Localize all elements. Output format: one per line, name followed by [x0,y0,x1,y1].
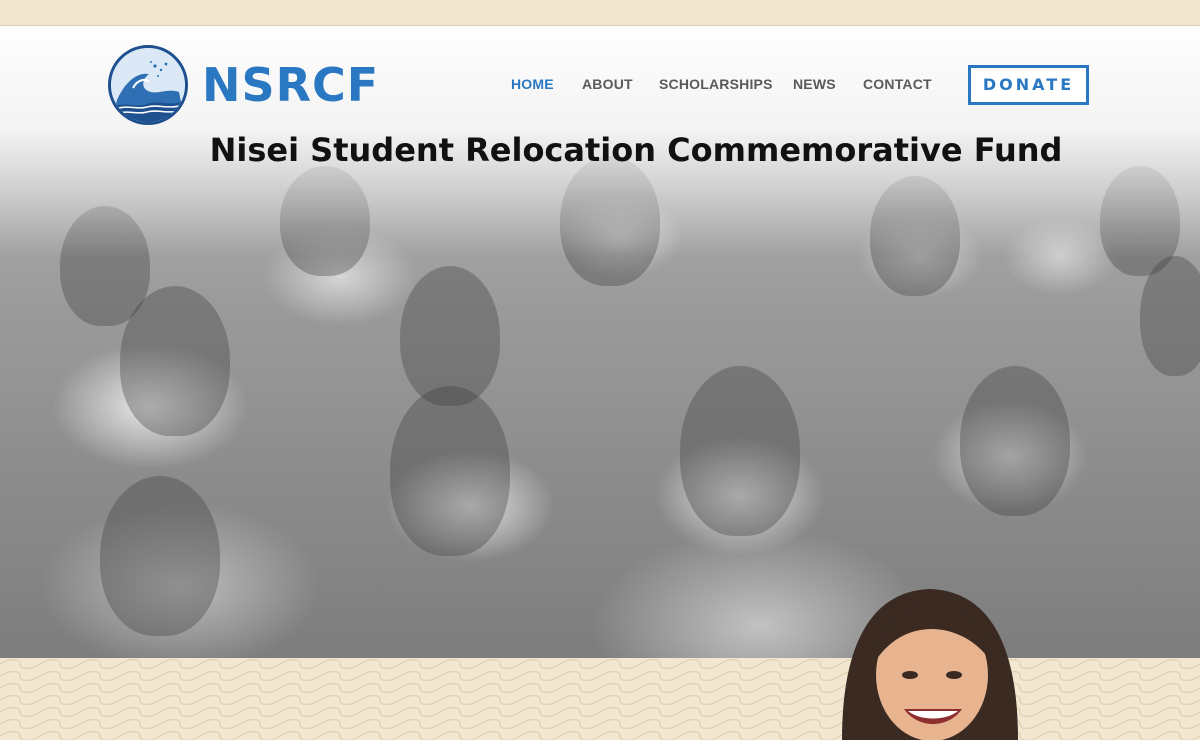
student-portrait [832,583,1028,740]
nav-item-about[interactable]: ABOUT [582,76,633,92]
brand-wordmark[interactable]: NSRCF [202,58,379,112]
hero-banner [0,26,1200,658]
nav-item-scholarships[interactable]: SCHOLARSHIPS [659,76,773,92]
nav-item-news[interactable]: NEWS [793,76,836,92]
wave-logo-icon[interactable] [108,45,188,125]
nav-item-contact[interactable]: CONTACT [863,76,932,92]
page-headline: Nisei Student Relocation Commemorative F… [209,131,1063,169]
donate-button[interactable]: DONATE [968,65,1089,105]
top-announcement-strip [0,0,1200,26]
nav-item-home[interactable]: HOME [511,76,554,92]
